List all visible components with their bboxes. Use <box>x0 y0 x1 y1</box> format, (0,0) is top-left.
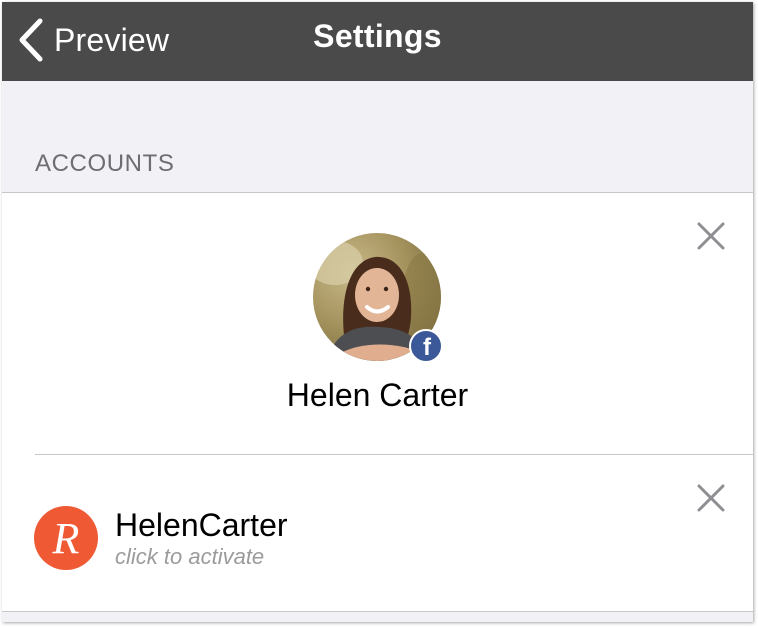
settings-screen: Preview Settings ACCOUNTS f Helen Carter… <box>2 2 753 622</box>
accounts-list: f Helen Carter R HelenCarter click to ac… <box>2 192 753 612</box>
close-icon <box>697 484 725 512</box>
account-row-r-app[interactable]: R HelenCarter click to activate <box>2 455 753 613</box>
r-app-logo-icon: R <box>34 506 98 570</box>
remove-account-button[interactable] <box>694 219 728 253</box>
activate-hint[interactable]: click to activate <box>115 544 264 570</box>
account-name: Helen Carter <box>286 377 469 413</box>
page-title: Settings <box>313 18 442 54</box>
account-username: HelenCarter <box>115 507 288 543</box>
account-row-facebook[interactable]: f Helen Carter <box>2 193 753 455</box>
remove-account-button[interactable] <box>694 481 728 515</box>
section-header-accounts: ACCOUNTS <box>35 150 175 177</box>
facebook-icon: f <box>409 329 443 363</box>
navigation-bar: Preview Settings <box>2 2 753 81</box>
close-icon <box>697 222 725 250</box>
profile-avatar-wrapper: f <box>313 233 443 363</box>
